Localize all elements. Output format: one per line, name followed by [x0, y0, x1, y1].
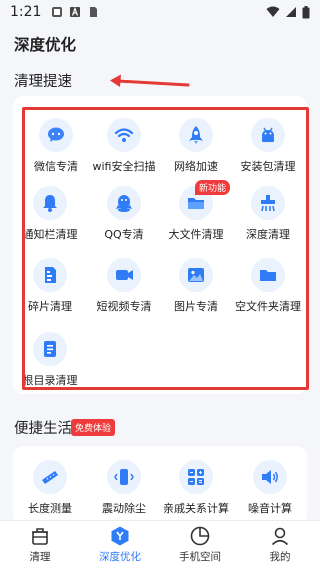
bottom-nav: 清理 深度优化 手机空间 我的 — [0, 520, 320, 568]
nav-label: 深度优化 — [99, 551, 141, 563]
status-time: 1:21 — [10, 4, 42, 20]
free-trial-badge: 免费体验 — [71, 419, 116, 436]
life-label: 噪音计算 — [248, 502, 292, 515]
nav-item-deep-optimize[interactable]: 深度优化 — [80, 525, 160, 567]
nav-item-phone-space[interactable]: 手机空间 — [160, 525, 240, 567]
battery-icon — [302, 5, 310, 18]
nav-item-clean[interactable]: 清理 — [0, 525, 80, 567]
trash-icon — [32, 528, 48, 545]
font-icon — [70, 6, 81, 17]
nav-label: 手机空间 — [179, 551, 221, 563]
vibrate-icon — [114, 469, 134, 485]
notification-icon — [52, 7, 63, 17]
life-item-noise-calc[interactable]: 噪音计算 — [232, 460, 308, 516]
life-label: 亲戚关系计算 — [163, 502, 229, 515]
page-title: 深度优化 — [14, 36, 77, 54]
relation-calc-icon — [188, 469, 204, 485]
section-title-cleanup: 清理提速 — [14, 74, 72, 90]
nav-item-profile[interactable]: 我的 — [240, 525, 320, 567]
life-item-vibrate-dust[interactable]: 震动除尘 — [86, 460, 162, 516]
optimize-icon — [111, 526, 129, 546]
nav-label: 我的 — [269, 551, 291, 563]
nav-label: 清理 — [29, 551, 51, 563]
storage-pie-icon — [190, 526, 210, 546]
wifi-signal-icon — [266, 6, 280, 17]
section-title-life: 便捷生活 — [14, 421, 72, 437]
life-label: 震动除尘 — [102, 502, 146, 515]
status-bar: 1:21 — [0, 0, 320, 24]
life-item-length-measure[interactable]: 长度测量 — [12, 460, 88, 516]
ruler-icon — [42, 471, 58, 484]
life-label: 长度测量 — [28, 502, 72, 515]
sim-icon — [90, 7, 98, 17]
life-item-relation-calc[interactable]: 亲戚关系计算 — [158, 460, 234, 516]
profile-icon — [271, 527, 289, 546]
annotation-highlight-box — [22, 107, 309, 390]
speaker-icon — [262, 470, 278, 484]
cell-signal-icon — [286, 7, 296, 17]
annotation-arrow — [110, 74, 190, 87]
